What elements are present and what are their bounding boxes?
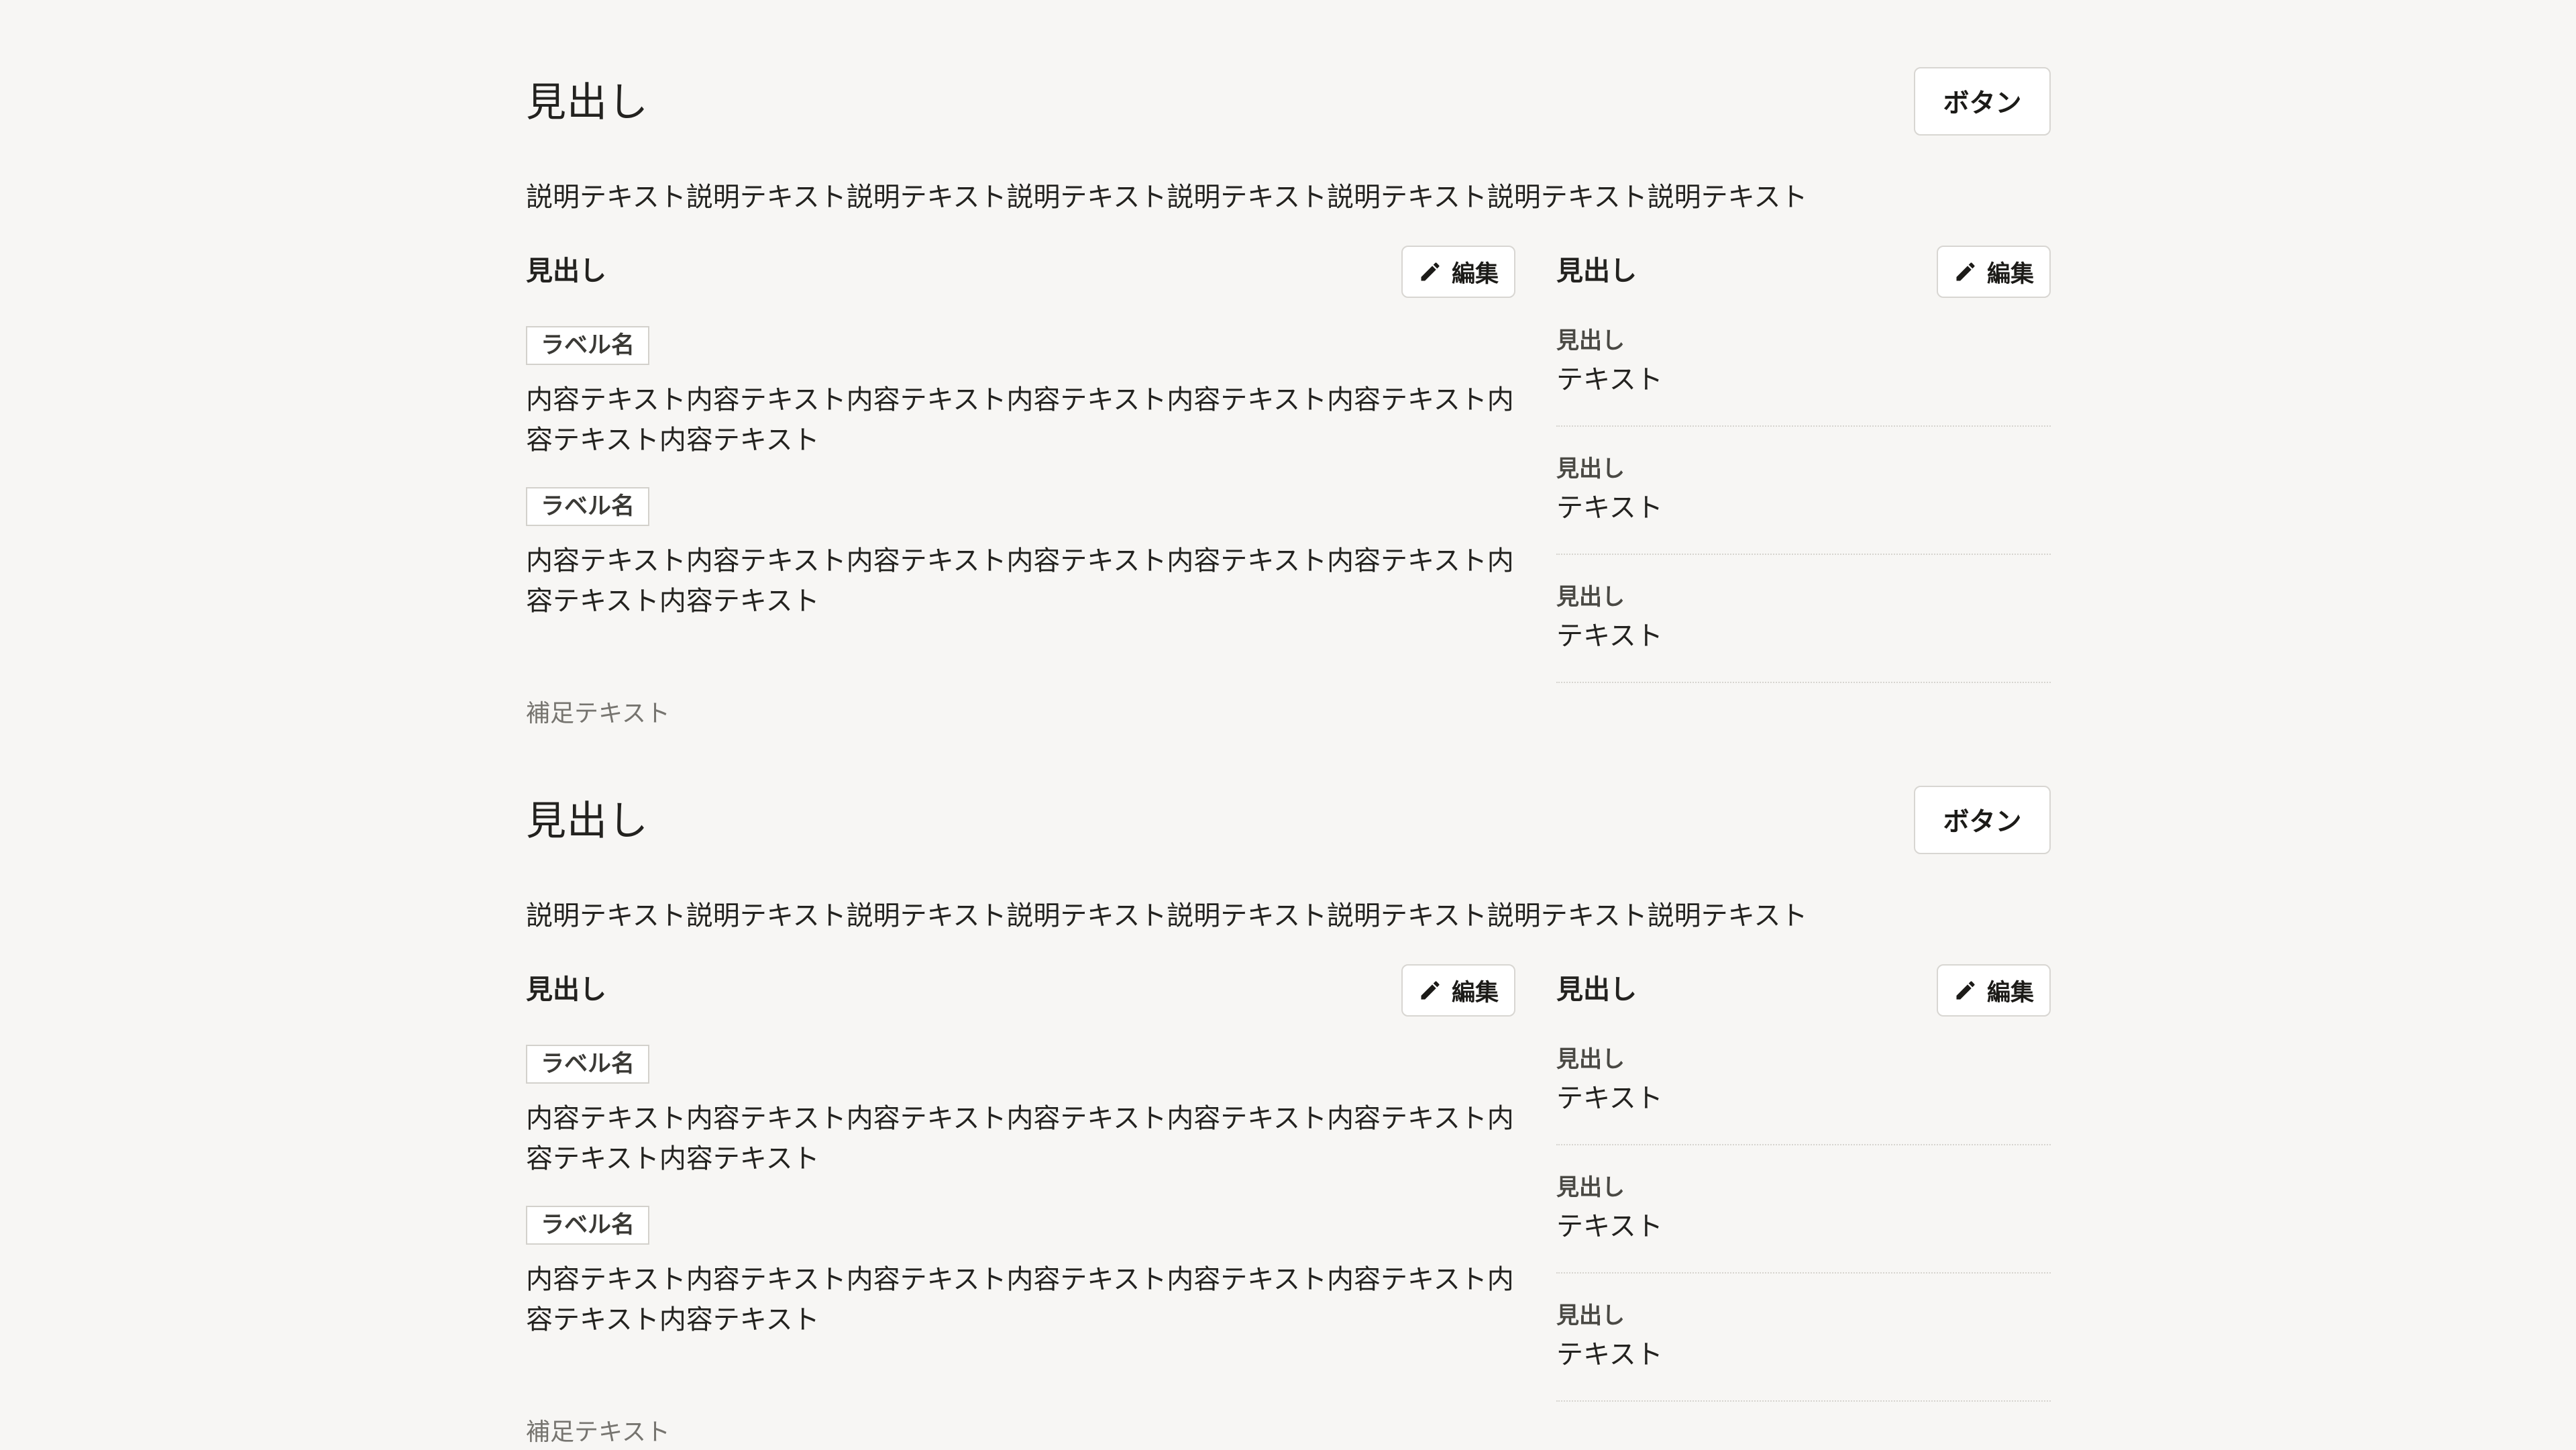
pencil-icon [1956, 262, 1975, 281]
label-content-card: 見出し 編集 ラベル名 内容テキスト内容テキスト内容テキスト内容テキスト内容テキ… [526, 963, 1515, 1352]
edit-button-label: 編集 [1451, 979, 1499, 1006]
row-value: テキスト [1556, 493, 1663, 523]
item-label-tag: ラベル名 [526, 487, 650, 526]
row-value: テキスト [1556, 1211, 1663, 1242]
pencil-icon [1956, 981, 1975, 1000]
pencil-icon [1421, 981, 1440, 1000]
row-value: テキスト [1556, 621, 1663, 652]
item-content-text: 内容テキスト内容テキスト内容テキスト内容テキスト内容テキスト内容テキスト内容テキ… [526, 384, 1514, 456]
section-header: 見出し ボタン [526, 67, 2051, 138]
row-key: 見出し [1556, 1046, 1625, 1073]
key-value-row: 見出し テキスト [1556, 1301, 2051, 1402]
key-value-row: 見出し テキスト [1556, 454, 2051, 555]
section-action-button[interactable]: ボタン [1914, 67, 2051, 136]
edit-button[interactable]: 編集 [1937, 246, 2051, 298]
edit-button-label: 編集 [1451, 260, 1499, 288]
item-label-tag: ラベル名 [526, 1206, 650, 1245]
edit-button[interactable]: 編集 [1937, 964, 2051, 1017]
row-value: テキスト [1556, 1083, 1663, 1114]
card-title: 見出し [526, 256, 606, 287]
item-content-text: 内容テキスト内容テキスト内容テキスト内容テキスト内容テキスト内容テキスト内容テキ… [526, 1264, 1514, 1335]
key-value-row: 見出し テキスト [1556, 582, 2051, 683]
key-value-row: 見出し テキスト [1556, 326, 2051, 427]
row-key: 見出し [1556, 327, 1625, 354]
edit-button-label: 編集 [1986, 260, 2034, 288]
item-content-text: 内容テキスト内容テキスト内容テキスト内容テキスト内容テキスト内容テキスト内容テキ… [526, 1103, 1514, 1174]
edit-button[interactable]: 編集 [1401, 246, 1515, 298]
row-key: 見出し [1556, 584, 1625, 611]
supplement-text: 補足テキスト [526, 1418, 670, 1446]
row-value: テキスト [1556, 1339, 1663, 1370]
key-value-card: 見出し 編集 見出し テキスト 見出し テキスト 見出し テキスト [1556, 244, 2051, 683]
item-content-text: 内容テキスト内容テキスト内容テキスト内容テキスト内容テキスト内容テキスト内容テキ… [526, 546, 1514, 617]
key-value-row: 見出し テキスト [1556, 1045, 2051, 1145]
row-key: 見出し [1556, 1302, 1625, 1329]
row-key: 見出し [1556, 1174, 1625, 1201]
section-title: 見出し [526, 79, 649, 126]
row-value: テキスト [1556, 364, 1663, 395]
section-action-button[interactable]: ボタン [1914, 786, 2051, 854]
label-content-card: 見出し 編集 ラベル名 内容テキスト内容テキスト内容テキスト内容テキスト内容テキ… [526, 244, 1515, 633]
section-description: 説明テキスト説明テキスト説明テキスト説明テキスト説明テキスト説明テキスト説明テキ… [526, 900, 1808, 931]
card-title: 見出し [526, 974, 606, 1005]
section-header: 見出し ボタン [526, 786, 2051, 857]
section-description: 説明テキスト説明テキスト説明テキスト説明テキスト説明テキスト説明テキスト説明テキ… [526, 182, 1808, 213]
edit-button-label: 編集 [1986, 979, 2034, 1006]
section-2: 見出し ボタン 説明テキスト説明テキスト説明テキスト説明テキスト説明テキスト説明… [526, 719, 2051, 1446]
item-label-tag: ラベル名 [526, 1045, 650, 1084]
card-title: 見出し [1556, 974, 1637, 1005]
section-1: 見出し ボタン 説明テキスト説明テキスト説明テキスト説明テキスト説明テキスト説明… [526, 0, 2051, 727]
edit-button[interactable]: 編集 [1401, 964, 1515, 1017]
card-title: 見出し [1556, 256, 1637, 287]
key-value-card: 見出し 編集 見出し テキスト 見出し テキスト 見出し テキスト [1556, 963, 2051, 1402]
pencil-icon [1421, 262, 1440, 281]
section-title: 見出し [526, 798, 649, 845]
row-key: 見出し [1556, 456, 1625, 482]
item-label-tag: ラベル名 [526, 326, 650, 365]
key-value-row: 見出し テキスト [1556, 1173, 2051, 1274]
